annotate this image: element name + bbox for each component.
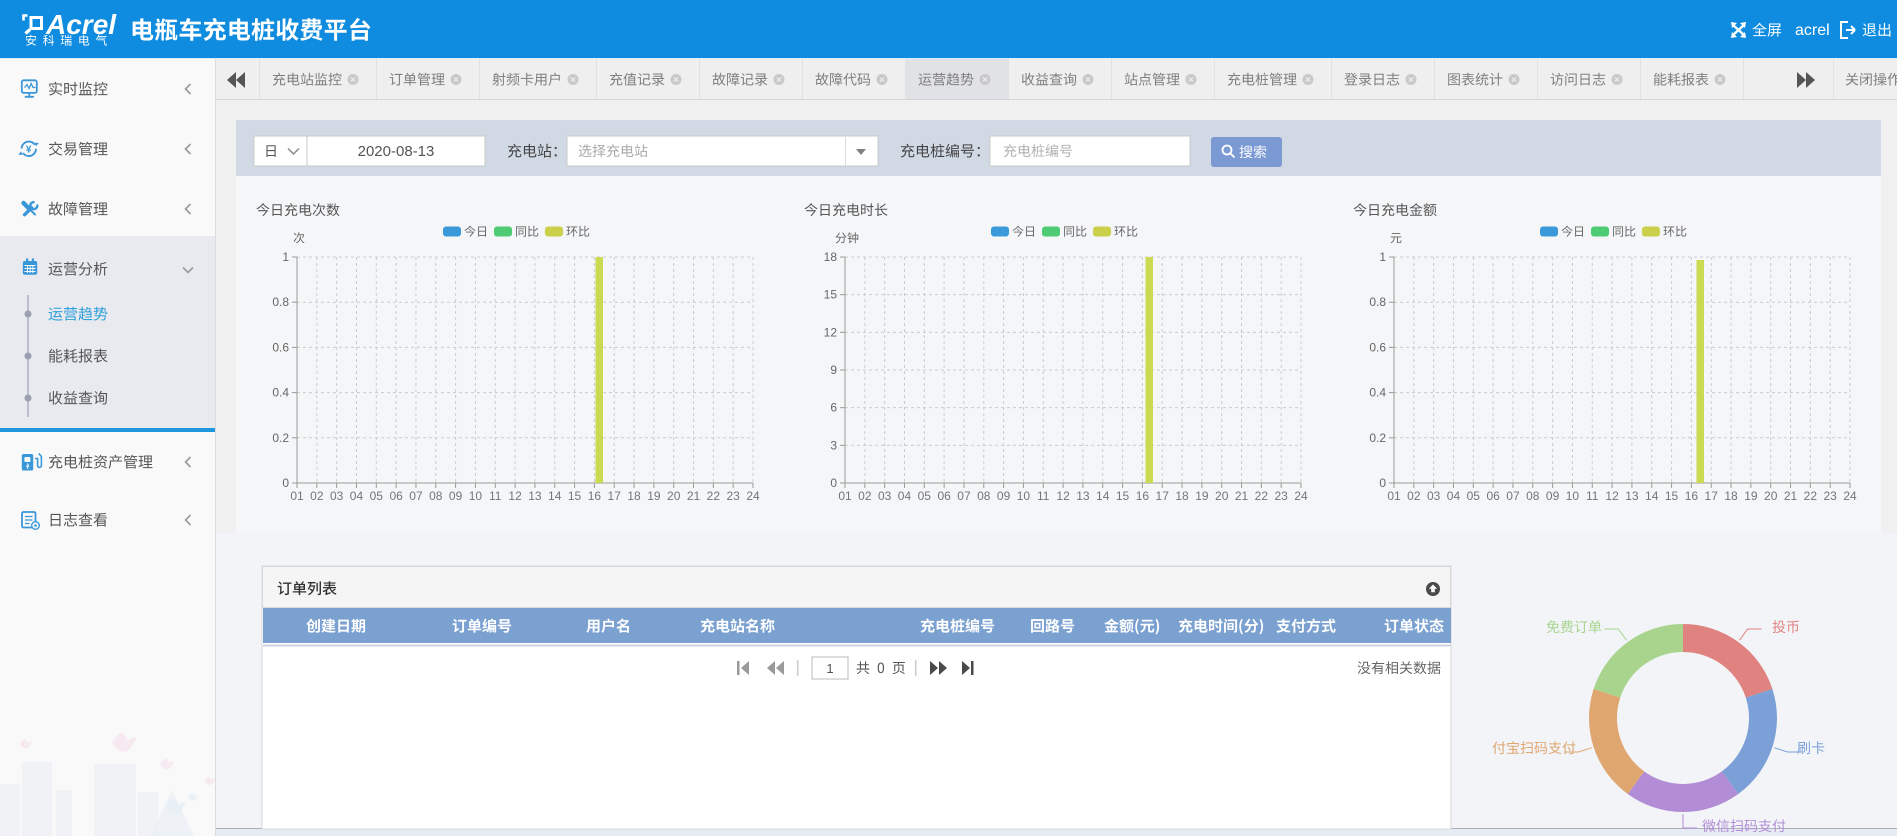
svg-text:02: 02: [858, 489, 872, 503]
svg-text:13: 13: [1625, 489, 1639, 503]
svg-text:05: 05: [1467, 489, 1481, 503]
svg-text:16: 16: [1685, 489, 1699, 503]
svg-text:1: 1: [826, 661, 833, 676]
svg-text:24: 24: [1843, 489, 1857, 503]
svg-text:24: 24: [1294, 489, 1308, 503]
svg-text:21: 21: [687, 489, 701, 503]
svg-text:17: 17: [608, 489, 622, 503]
svg-text:0.4: 0.4: [1369, 386, 1386, 400]
svg-text:0.2: 0.2: [272, 431, 289, 445]
svg-text:0.8: 0.8: [1369, 295, 1386, 309]
svg-text:Acrel: Acrel: [45, 9, 117, 40]
svg-text:19: 19: [1744, 489, 1758, 503]
svg-text:01: 01: [290, 489, 304, 503]
svg-text:11: 11: [1037, 489, 1050, 503]
svg-text:10: 10: [1017, 489, 1031, 503]
svg-text:11: 11: [1586, 489, 1599, 503]
svg-text:08: 08: [977, 489, 991, 503]
svg-text:06: 06: [389, 489, 403, 503]
svg-text:07: 07: [409, 489, 423, 503]
svg-text:08: 08: [429, 489, 443, 503]
svg-text:13: 13: [528, 489, 542, 503]
svg-text:23: 23: [726, 489, 740, 503]
svg-text:20: 20: [1215, 489, 1229, 503]
svg-text:18: 18: [627, 489, 641, 503]
svg-text:13: 13: [1076, 489, 1090, 503]
svg-text:3: 3: [830, 438, 837, 452]
svg-text:24: 24: [746, 489, 760, 503]
svg-text:16: 16: [1136, 489, 1150, 503]
svg-text:18: 18: [1724, 489, 1738, 503]
svg-text:11: 11: [489, 489, 502, 503]
svg-text:9: 9: [830, 363, 837, 377]
svg-text:20: 20: [667, 489, 681, 503]
svg-text:23: 23: [1823, 489, 1837, 503]
svg-text:0.8: 0.8: [272, 295, 289, 309]
svg-text:0.6: 0.6: [272, 340, 289, 354]
svg-text:04: 04: [898, 489, 912, 503]
svg-text:12: 12: [824, 325, 838, 339]
svg-text:0: 0: [830, 476, 837, 490]
svg-text:07: 07: [957, 489, 971, 503]
svg-text:06: 06: [937, 489, 951, 503]
svg-text:01: 01: [1387, 489, 1401, 503]
svg-text:03: 03: [878, 489, 892, 503]
svg-text:10: 10: [469, 489, 483, 503]
svg-text:20: 20: [1764, 489, 1778, 503]
svg-text:09: 09: [997, 489, 1011, 503]
svg-text:15: 15: [824, 288, 838, 302]
svg-text:04: 04: [1447, 489, 1461, 503]
svg-text:0: 0: [282, 476, 289, 490]
svg-text:15: 15: [568, 489, 582, 503]
svg-text:02: 02: [1407, 489, 1421, 503]
svg-text:21: 21: [1235, 489, 1249, 503]
svg-text:02: 02: [310, 489, 324, 503]
svg-text:05: 05: [370, 489, 384, 503]
svg-text:22: 22: [707, 489, 721, 503]
svg-text:18: 18: [824, 250, 838, 264]
svg-text:09: 09: [449, 489, 463, 503]
svg-text:16: 16: [588, 489, 602, 503]
svg-text:14: 14: [548, 489, 562, 503]
svg-text:10: 10: [1566, 489, 1580, 503]
svg-text:12: 12: [508, 489, 522, 503]
svg-text:15: 15: [1665, 489, 1679, 503]
svg-text:0.6: 0.6: [1369, 340, 1386, 354]
svg-text:17: 17: [1705, 489, 1719, 503]
svg-text:22: 22: [1804, 489, 1818, 503]
svg-text:07: 07: [1506, 489, 1520, 503]
svg-text:12: 12: [1605, 489, 1619, 503]
svg-text:1: 1: [1379, 250, 1386, 264]
svg-text:22: 22: [1255, 489, 1269, 503]
svg-text:1: 1: [282, 250, 289, 264]
svg-text:12: 12: [1056, 489, 1070, 503]
svg-text:2020-08-13: 2020-08-13: [358, 143, 435, 160]
svg-text:0.4: 0.4: [272, 386, 289, 400]
svg-text:19: 19: [1195, 489, 1209, 503]
svg-text:17: 17: [1156, 489, 1170, 503]
svg-text:¥: ¥: [26, 144, 32, 155]
svg-text:03: 03: [1427, 489, 1441, 503]
svg-text:05: 05: [918, 489, 932, 503]
svg-text:14: 14: [1645, 489, 1659, 503]
svg-text:0.2: 0.2: [1369, 431, 1386, 445]
svg-text:19: 19: [647, 489, 661, 503]
svg-text:03: 03: [330, 489, 344, 503]
svg-text:6: 6: [830, 401, 837, 415]
svg-text:01: 01: [838, 489, 852, 503]
svg-text:08: 08: [1526, 489, 1540, 503]
svg-text:acrel: acrel: [1795, 22, 1830, 39]
svg-text:0: 0: [1379, 476, 1386, 490]
svg-text:23: 23: [1274, 489, 1288, 503]
svg-text:04: 04: [350, 489, 364, 503]
svg-text:14: 14: [1096, 489, 1110, 503]
svg-text:06: 06: [1486, 489, 1500, 503]
svg-text:09: 09: [1546, 489, 1560, 503]
svg-text:18: 18: [1175, 489, 1189, 503]
svg-text:21: 21: [1784, 489, 1798, 503]
svg-text:15: 15: [1116, 489, 1130, 503]
